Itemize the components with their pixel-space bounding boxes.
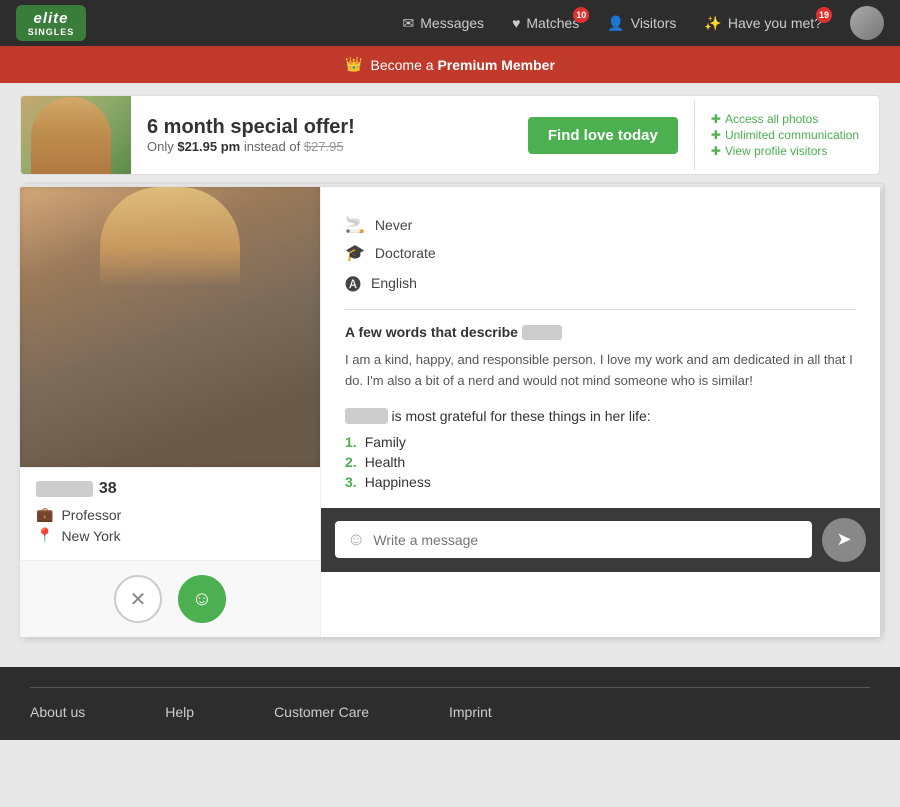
haveyoumet-label: Have you met? [728, 15, 822, 31]
main-nav: ✉ Messages ♥ Matches 10 👤 Visitors ✨ Hav… [403, 6, 884, 40]
user-avatar[interactable] [850, 6, 884, 40]
footer-divider [30, 687, 870, 688]
profile-occupation: 💼 Professor [36, 506, 304, 523]
education-attr: 🎓 Doctorate [345, 243, 856, 263]
visitors-label: Visitors [631, 15, 677, 31]
nav-visitors[interactable]: 👤 Visitors [607, 15, 676, 32]
ad-banner: 6 month special offer! Only $21.95 pm in… [20, 95, 880, 175]
logo-text: elite [28, 10, 75, 27]
profile-card: ▓▓▓▓ 38 💼 Professor 📍 New York [20, 187, 880, 637]
grateful-item-2: 2. Health [345, 452, 856, 472]
dislike-button[interactable]: ✕ [114, 575, 162, 623]
nav-haveyoumet[interactable]: ✨ Have you met? 19 [704, 15, 822, 32]
describe-section-title: A few words that describe ▓▓▓ [345, 324, 856, 340]
send-button[interactable]: ➤ [822, 518, 866, 562]
premium-banner[interactable]: 👑 Become a Premium Member [0, 46, 900, 83]
profile-bio: I am a kind, happy, and responsible pers… [345, 350, 856, 392]
education-text: Doctorate [375, 245, 436, 261]
ad-feature-2: ✚Unlimited communication [711, 128, 863, 142]
like-button[interactable]: ☺ [178, 575, 226, 623]
mail-icon: ✉ [403, 15, 415, 32]
ad-subtitle: Only $21.95 pm instead of $27.95 [147, 139, 496, 154]
grateful-name-blurred: ▓▓▓ [345, 408, 388, 424]
ad-old-price: $27.95 [304, 139, 344, 154]
message-input-wrap: ☺ [335, 521, 812, 558]
visitor-icon: 👤 [607, 15, 624, 32]
profile-name-blurred: ▓▓▓▓ [36, 481, 93, 497]
ad-cta-button[interactable]: Find love today [528, 117, 678, 154]
divider-1 [345, 309, 856, 310]
profile-area: ▓▓▓▓ 38 💼 Professor 📍 New York [20, 187, 880, 637]
footer-help[interactable]: Help [165, 704, 194, 720]
language-text: English [371, 275, 417, 291]
grateful-section-title: ▓▓▓ is most grateful for these things in… [345, 408, 856, 424]
main-header: elite SINGLES ✉ Messages ♥ Matches 10 👤 … [0, 0, 900, 46]
message-bar: ☺ ➤ [321, 508, 880, 572]
profile-right: 🚬 Never 🎓 Doctorate 🅐 English A few word… [320, 187, 880, 637]
footer-links: About us Help Customer Care Imprint [30, 704, 870, 720]
profile-card-inner: ▓▓▓▓ 38 💼 Professor 📍 New York [20, 187, 880, 637]
footer-imprint[interactable]: Imprint [449, 704, 492, 720]
language-icon: 🅐 [345, 271, 361, 295]
ad-feature-1: ✚Access all photos [711, 112, 863, 126]
logo[interactable]: elite SINGLES [16, 5, 86, 41]
language-attr: 🅐 English [345, 271, 856, 295]
nav-messages[interactable]: ✉ Messages [403, 15, 485, 32]
magic-icon: ✨ [704, 15, 721, 32]
haveyoumet-badge: 19 [816, 7, 832, 23]
ad-text: 6 month special offer! Only $21.95 pm in… [131, 106, 512, 164]
footer-customer-care[interactable]: Customer Care [274, 704, 369, 720]
describe-name-blurred: ▓▓▓ [522, 325, 562, 340]
profile-location: 📍 New York [36, 527, 304, 544]
ad-person-image [31, 97, 111, 175]
profile-name-age: ▓▓▓▓ 38 [36, 480, 304, 498]
ad-feature-3: ✚View profile visitors [711, 144, 863, 158]
occupation-text: Professor [61, 507, 121, 523]
matches-badge: 10 [573, 7, 589, 23]
grateful-item-3: 3. Happiness [345, 472, 856, 492]
education-icon: 🎓 [345, 243, 365, 263]
profile-age: 38 [99, 480, 117, 498]
profile-photo [20, 187, 320, 467]
nav-matches[interactable]: ♥ Matches 10 [512, 15, 579, 31]
message-input[interactable] [373, 532, 800, 548]
messages-label: Messages [420, 15, 484, 31]
crown-icon: 👑 [345, 56, 362, 73]
send-icon: ➤ [836, 529, 851, 550]
ad-title: 6 month special offer! [147, 116, 496, 139]
footer-about[interactable]: About us [30, 704, 85, 720]
logo-sub: SINGLES [28, 27, 75, 37]
briefcase-icon: 💼 [36, 506, 53, 523]
location-icon: 📍 [36, 527, 53, 544]
grateful-list: 1. Family 2. Health 3. Happiness [345, 432, 856, 492]
grateful-item-1: 1. Family [345, 432, 856, 452]
profile-actions: ✕ ☺ [20, 560, 320, 637]
matches-label: Matches [526, 15, 579, 31]
smoking-text: Never [375, 217, 412, 233]
location-text: New York [61, 528, 120, 544]
ad-features: ✚Access all photos ✚Unlimited communicat… [694, 100, 879, 170]
profile-left: ▓▓▓▓ 38 💼 Professor 📍 New York [20, 187, 320, 637]
profile-info-left: ▓▓▓▓ 38 💼 Professor 📍 New York [20, 467, 320, 560]
smoking-attr: 🚬 Never [345, 215, 856, 235]
emoji-icon: ☺ [347, 529, 365, 550]
ad-image [21, 95, 131, 175]
smoking-icon: 🚬 [345, 215, 365, 235]
ad-price: $21.95 pm [177, 139, 240, 154]
heart-icon: ♥ [512, 15, 520, 31]
premium-link[interactable]: Premium Member [437, 57, 554, 73]
profile-stack-wrapper: ▓▓▓▓ 38 💼 Professor 📍 New York [20, 187, 880, 637]
premium-text: Become a Premium Member [371, 57, 555, 73]
site-footer: About us Help Customer Care Imprint [0, 667, 900, 740]
